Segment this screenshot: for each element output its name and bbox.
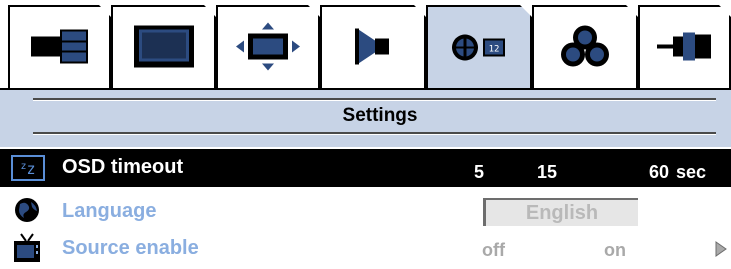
sleep-zz-icon: zz [11,155,45,186]
tab-picture[interactable] [8,5,111,90]
tab-audio[interactable] [320,5,426,90]
page-title: Settings [342,105,418,126]
monitor-icon [132,23,196,74]
play-right-icon[interactable] [715,241,727,262]
timeout-unit: sec [676,162,707,182]
timeout-option-15[interactable]: 15 [537,162,557,183]
source-on-option[interactable]: on [604,240,626,261]
osd-menu: 12 Settings zz OSD timeout 5 15 60 sec L… [0,0,731,267]
tab-input[interactable] [638,5,731,90]
section-header: Settings [0,88,731,147]
source-enable-label: Source enable [62,237,199,259]
input-connector-icon [656,29,714,68]
menu-tabs: 12 [0,0,731,93]
row-source-enable[interactable]: Source enable off on [0,230,731,266]
divider [33,98,716,101]
tab-color[interactable] [532,5,638,90]
settings-clock-icon: 12 [449,31,509,70]
audio-icon [353,24,393,73]
language-label: Language [62,200,157,222]
tv-source-icon [11,232,43,269]
timeout-option-60[interactable]: 60 [649,162,669,183]
divider [33,132,716,135]
globe-icon [11,195,43,230]
position-icon [235,21,301,76]
tab-position[interactable] [216,5,320,90]
timeout-option-5[interactable]: 5 [474,162,484,183]
row-language[interactable]: Language English [0,193,731,229]
tab-settings[interactable]: 12 [426,5,532,93]
tab-display[interactable] [111,5,216,90]
color-icon [558,23,612,74]
picture-adjust-icon [29,28,91,69]
osd-timeout-label: OSD timeout [62,156,184,178]
language-select[interactable]: English [483,198,638,226]
row-osd-timeout[interactable]: zz OSD timeout 5 15 60 sec [0,149,731,187]
source-off-option[interactable]: off [482,240,505,261]
svg-text:12: 12 [489,45,500,55]
